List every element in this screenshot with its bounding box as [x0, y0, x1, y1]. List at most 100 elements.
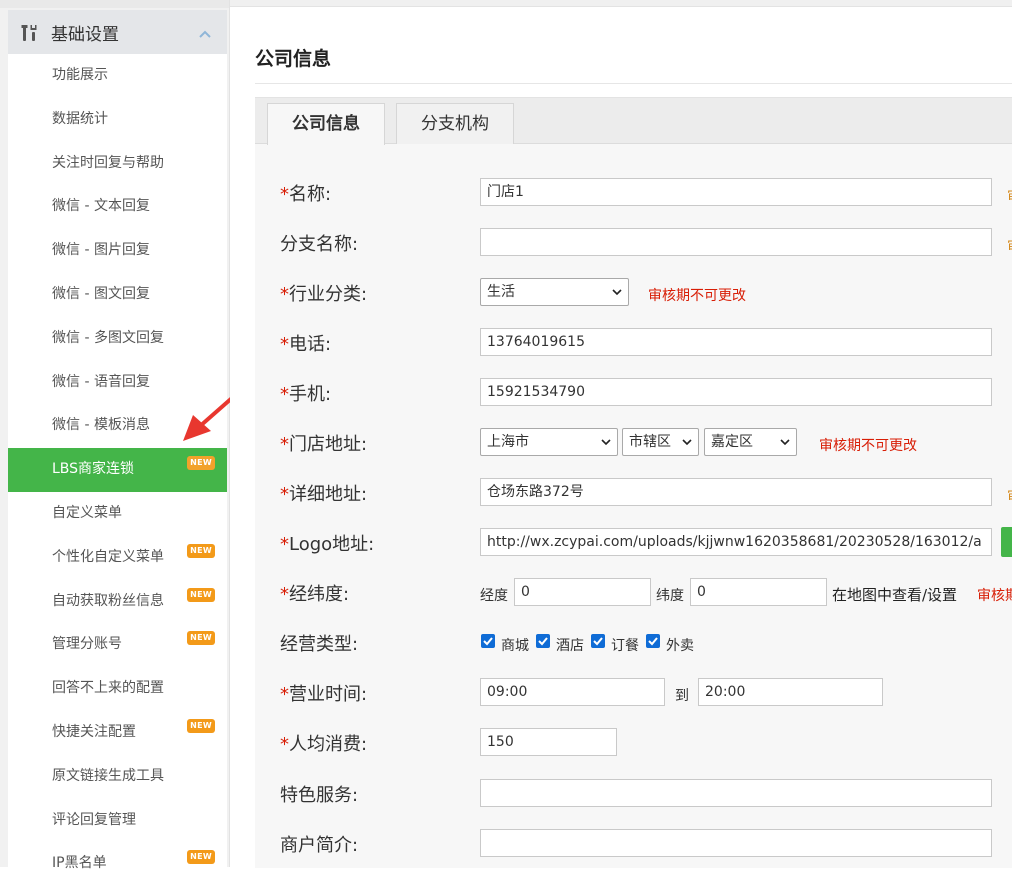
main-content: 公司信息 公司信息 分支机构 *名称: 门店1 审 分支名称: 审 *行业分类:…	[230, 0, 1012, 868]
checkmark-icon	[538, 637, 548, 646]
chevron-down-icon	[612, 289, 622, 296]
coords-review-note: 审核期	[977, 588, 1012, 604]
checkmark-icon	[483, 637, 493, 646]
row-phone: *电话: 13764019615	[255, 323, 1012, 363]
sidebar-item-multi-news-reply[interactable]: 微信 - 多图文回复	[8, 317, 227, 361]
sidebar-item-label: 微信 - 图文回复	[52, 285, 150, 302]
merchant-intro-label: 商户简介:	[280, 835, 359, 856]
feature-service-input[interactable]	[480, 779, 992, 807]
form-panel: 公司信息 分支机构 *名称: 门店1 审 分支名称: 审 *行业分类: 生活 审…	[255, 97, 1012, 868]
branch-name-label: 分支名称:	[280, 234, 359, 255]
name-input[interactable]: 门店1	[480, 178, 992, 206]
sidebar-item-ip-blacklist[interactable]: IP黑名单 NEW	[8, 842, 227, 886]
district-type-select-value: 市辖区	[629, 434, 671, 450]
row-branch-name: 分支名称: 审	[255, 223, 1012, 263]
sidebar-item-personalized-menu[interactable]: 个性化自定义菜单 NEW	[8, 536, 227, 580]
sidebar-item-follow-reply[interactable]: 关注时回复与帮助	[8, 142, 227, 186]
sidebar-item-label: 微信 - 多图文回复	[52, 329, 164, 346]
row-business-type: 经营类型: 商城 酒店 订餐 外卖	[255, 623, 1012, 663]
new-badge: NEW	[187, 543, 215, 558]
avg-spend-input[interactable]: 150	[480, 728, 617, 756]
feature-service-label: 特色服务:	[280, 785, 359, 806]
sidebar-item-feature-display[interactable]: 功能展示	[8, 54, 227, 98]
new-badge: NEW	[187, 456, 215, 471]
district-type-select[interactable]: 市辖区	[622, 428, 699, 456]
row-detail-address: *详细地址: 仓场东路372号 审	[255, 473, 1012, 513]
sidebar-item-label: 回答不上来的配置	[52, 680, 164, 697]
merchant-intro-input[interactable]	[480, 829, 992, 857]
checkmark-icon	[593, 637, 603, 646]
sidebar-item-label: 数据统计	[52, 110, 108, 127]
checkbox-takeout-label: 外卖	[666, 638, 694, 654]
sidebar-item-lbs-chain[interactable]: LBS商家连锁 NEW	[8, 448, 227, 492]
coords-label: *经纬度:	[280, 584, 350, 605]
industry-select[interactable]: 生活	[480, 278, 629, 306]
district-select[interactable]: 嘉定区	[704, 428, 797, 456]
sidebar-item-custom-menu[interactable]: 自定义菜单	[8, 492, 227, 536]
latitude-label: 纬度	[656, 588, 684, 604]
sidebar-item-label: 快捷关注配置	[52, 723, 136, 740]
sidebar-item-label: IP黑名单	[52, 855, 107, 872]
longitude-input[interactable]: 0	[514, 578, 651, 606]
sidebar-item-link-generator[interactable]: 原文链接生成工具	[8, 755, 227, 799]
truncated-hint: 审	[1007, 486, 1012, 500]
sidebar-item-statistics[interactable]: 数据统计	[8, 98, 227, 142]
row-merchant-intro: 商户简介:	[255, 824, 1012, 864]
mobile-input[interactable]: 15921534790	[480, 378, 992, 406]
sidebar-item-label: 原文链接生成工具	[52, 767, 164, 784]
detail-address-label: *详细地址:	[280, 484, 368, 505]
tab-branches[interactable]: 分支机构	[396, 103, 514, 144]
tab-company-info[interactable]: 公司信息	[267, 103, 385, 145]
sidebar-item-unanswered-config[interactable]: 回答不上来的配置	[8, 667, 227, 711]
industry-label: *行业分类:	[280, 284, 368, 305]
sidebar-item-auto-fan-info[interactable]: 自动获取粉丝信息 NEW	[8, 580, 227, 624]
tabs-bar: 公司信息 分支机构	[255, 98, 1012, 145]
latitude-input[interactable]: 0	[690, 578, 827, 606]
sidebar-item-quick-follow[interactable]: 快捷关注配置 NEW	[8, 711, 227, 755]
chevron-down-icon	[780, 439, 790, 446]
logo-url-input[interactable]: http://wx.zcypai.com/uploads/kjjwnw16203…	[480, 528, 992, 556]
row-name: *名称: 门店1 审	[255, 173, 1012, 213]
hours-end-input[interactable]: 20:00	[698, 678, 883, 706]
city-select[interactable]: 上海市	[480, 428, 618, 456]
tools-icon	[20, 23, 40, 43]
sidebar-item-sub-accounts[interactable]: 管理分账号 NEW	[8, 623, 227, 667]
checkbox-ordering-label: 订餐	[611, 638, 639, 654]
row-industry: *行业分类: 生活 审核期不可更改	[255, 273, 1012, 313]
phone-input[interactable]: 13764019615	[480, 328, 992, 356]
new-badge: NEW	[187, 850, 215, 865]
upload-button[interactable]	[1001, 527, 1012, 557]
mobile-label: *手机:	[280, 384, 332, 405]
address-label: *门店地址:	[280, 434, 368, 455]
page-title: 公司信息	[255, 48, 332, 70]
sidebar-item-image-reply[interactable]: 微信 - 图片回复	[8, 229, 227, 273]
checkbox-hotel-label: 酒店	[556, 638, 584, 654]
checkbox-takeout[interactable]	[646, 634, 660, 648]
sidebar-item-label: 个性化自定义菜单	[52, 548, 164, 565]
hours-start-input[interactable]: 09:00	[480, 678, 665, 706]
sidebar-menu: 功能展示 数据统计 关注时回复与帮助 微信 - 文本回复 微信 - 图片回复 微…	[8, 54, 227, 871]
chevron-up-icon[interactable]	[199, 26, 211, 38]
district-select-value: 嘉定区	[711, 434, 753, 450]
map-view-link[interactable]: 在地图中查看/设置	[832, 584, 957, 605]
sidebar-section-header[interactable]: 基础设置	[8, 10, 227, 54]
sidebar-item-comment-reply[interactable]: 评论回复管理	[8, 799, 227, 843]
hours-label: *营业时间:	[280, 684, 368, 705]
title-divider	[255, 83, 1012, 84]
sidebar-item-label: 自动获取粉丝信息	[52, 592, 164, 609]
checkbox-hotel[interactable]	[536, 634, 550, 648]
chevron-down-icon	[682, 439, 692, 446]
sidebar-item-text-reply[interactable]: 微信 - 文本回复	[8, 185, 227, 229]
row-address: *门店地址: 上海市 市辖区 嘉定区 审核期不可更改	[255, 423, 1012, 463]
checkmark-icon	[648, 637, 658, 646]
checkbox-ordering[interactable]	[591, 634, 605, 648]
sidebar-item-news-reply[interactable]: 微信 - 图文回复	[8, 273, 227, 317]
hours-to-label: 到	[675, 688, 689, 704]
name-label: *名称:	[280, 184, 332, 205]
detail-address-input[interactable]: 仓场东路372号	[480, 478, 992, 506]
branch-name-input[interactable]	[480, 228, 992, 256]
row-mobile: *手机: 15921534790	[255, 373, 1012, 413]
checkbox-mall[interactable]	[481, 634, 495, 648]
sidebar-top-strip	[0, 0, 229, 8]
sidebar-item-label: 管理分账号	[52, 636, 122, 653]
